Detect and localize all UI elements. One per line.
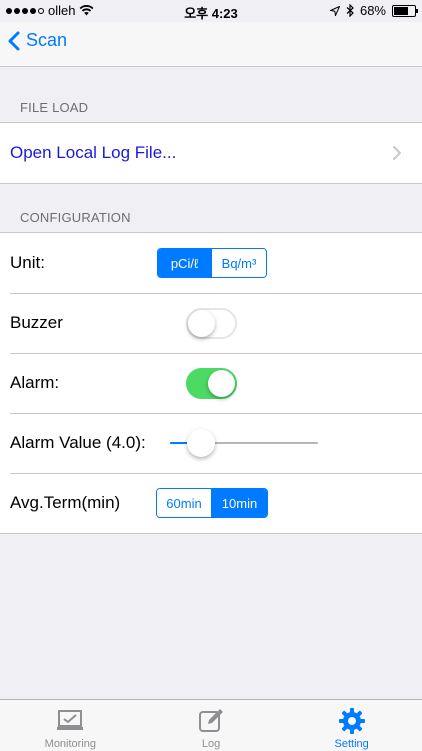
buzzer-label: Buzzer [10, 313, 63, 332]
tab-log[interactable]: Log [141, 700, 282, 751]
file-load-header: FILE LOAD [20, 100, 89, 115]
open-local-log-label: Open Local Log File... [10, 143, 177, 162]
navigation-bar: Scan [0, 22, 422, 67]
alarm-value-row: Alarm Value (4.0): [0, 413, 422, 473]
chevron-right-icon [393, 146, 401, 160]
alarm-toggle[interactable] [186, 368, 237, 399]
slider-thumb[interactable] [187, 429, 216, 457]
configuration-group: Unit: pCi/ℓ Bq/m³ Buzzer Alarm: Alarm Va… [0, 232, 422, 534]
avg-term-option-10[interactable]: 10min [211, 489, 267, 517]
unit-row: Unit: pCi/ℓ Bq/m³ [0, 233, 422, 293]
avg-term-label: Avg.Term(min) [10, 493, 121, 512]
back-button[interactable]: Scan [8, 30, 67, 51]
gear-icon [338, 708, 365, 734]
avg-term-option-60[interactable]: 60min [157, 489, 211, 517]
back-button-label: Scan [26, 30, 68, 50]
monitor-check-icon [57, 710, 84, 730]
alarm-row: Alarm: [0, 353, 422, 413]
buzzer-toggle[interactable] [186, 308, 237, 339]
edit-note-icon [199, 709, 223, 732]
battery-icon [392, 4, 418, 17]
alarm-value-slider[interactable] [170, 428, 318, 458]
status-bar: olleh 오후 4:23 68% [0, 0, 422, 22]
alarm-toggle-knob [208, 370, 235, 397]
tab-monitoring-label: Monitoring [44, 738, 97, 750]
chevron-left-icon [8, 31, 20, 50]
alarm-label: Alarm: [10, 373, 60, 392]
open-local-log-row[interactable]: Open Local Log File... [0, 123, 422, 183]
tab-setting[interactable]: Setting [281, 700, 422, 751]
configuration-header: CONFIGURATION [20, 210, 131, 225]
tab-setting-label: Setting [334, 738, 369, 750]
file-load-group: Open Local Log File... [0, 122, 422, 184]
status-right: 68% [329, 3, 418, 18]
avg-term-segmented-control: 60min 10min [156, 488, 268, 518]
battery-percent: 68% [359, 3, 386, 18]
tab-monitoring[interactable]: Monitoring [0, 700, 141, 751]
alarm-value-label: Alarm Value (4.0): [10, 433, 146, 452]
unit-label: Unit: [10, 253, 45, 272]
avg-term-row: Avg.Term(min) 60min 10min [0, 473, 422, 533]
bluetooth-icon [346, 4, 354, 17]
tab-bar: Monitoring Log Setting [0, 699, 422, 751]
unit-segmented-control: pCi/ℓ Bq/m³ [157, 248, 267, 278]
location-arrow-icon [329, 5, 340, 16]
tab-log-label: Log [201, 738, 221, 750]
unit-option-bq[interactable]: Bq/m³ [211, 249, 266, 277]
buzzer-toggle-knob [188, 310, 215, 337]
unit-option-pci[interactable]: pCi/ℓ [158, 249, 211, 277]
buzzer-row: Buzzer [0, 293, 422, 353]
